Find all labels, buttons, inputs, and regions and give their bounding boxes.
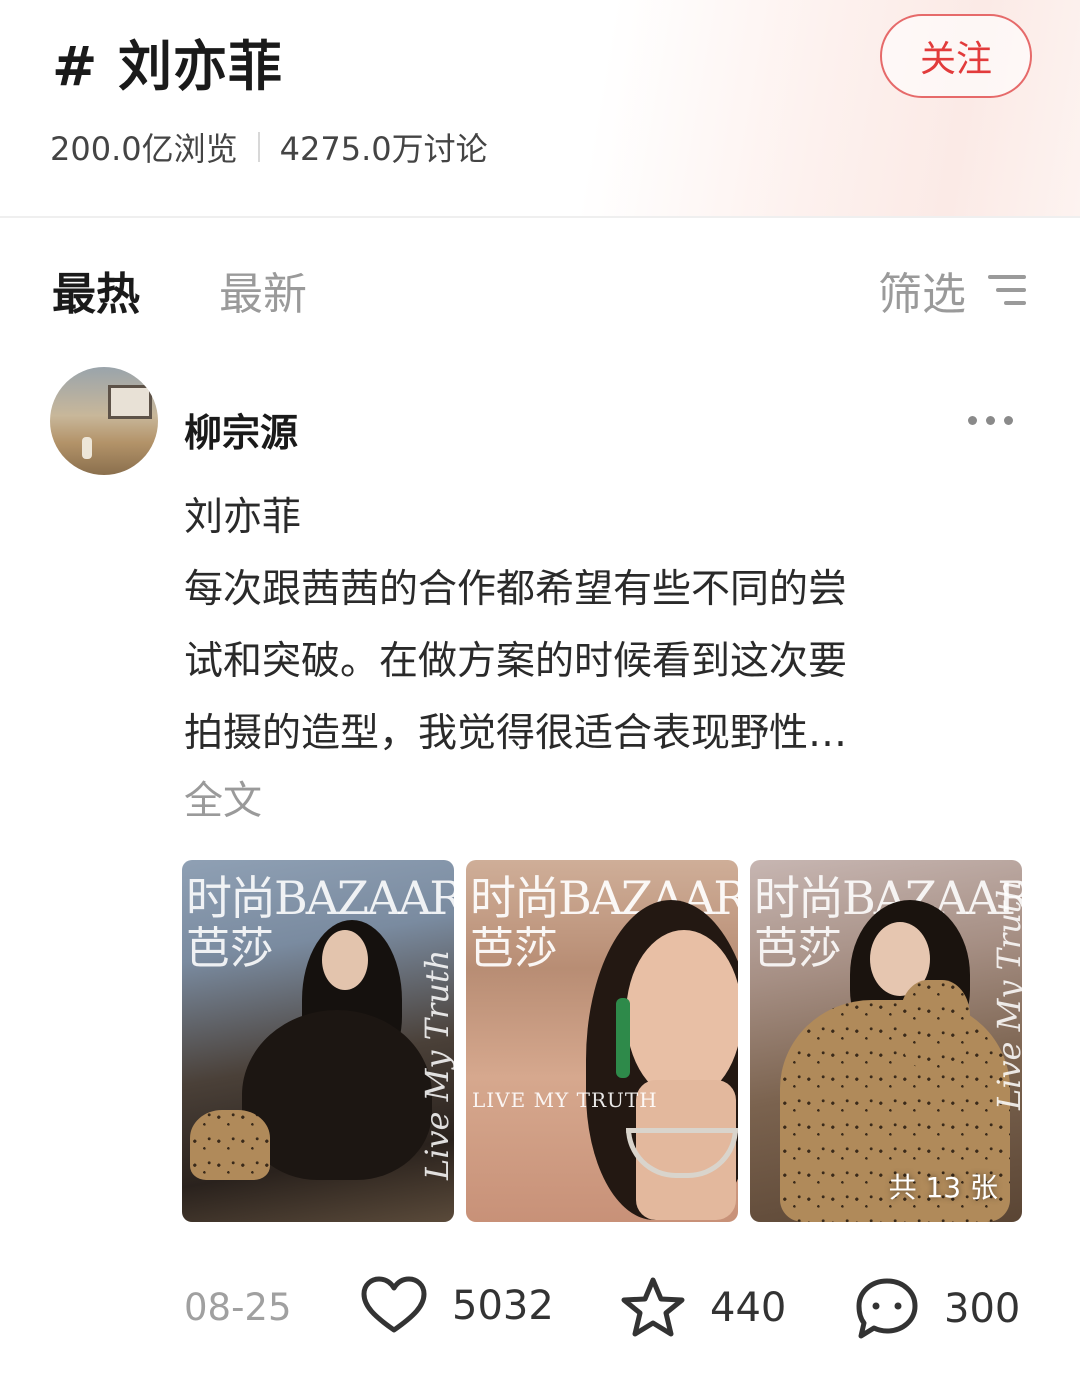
topic-stats: 200.0亿浏览 4275.0万讨论 xyxy=(50,124,488,170)
stats-divider xyxy=(257,132,260,162)
tab-latest[interactable]: 最新 xyxy=(219,258,307,322)
favorite-button[interactable]: 440 xyxy=(620,1276,786,1340)
cover-cat xyxy=(900,980,970,1070)
heart-icon xyxy=(361,1276,427,1333)
post-image-grid: 时尚BAZAAR 芭莎 Live My Truth 时尚BAZAAR 芭莎 LI… xyxy=(182,860,1022,1222)
comment-bubble-icon xyxy=(856,1278,918,1339)
tab-hot[interactable]: 最热 xyxy=(52,258,140,322)
sort-tabs: 最热 最新 筛选 xyxy=(0,218,1080,358)
cover-figure-coat xyxy=(242,1010,432,1180)
avatar-figure-shape xyxy=(82,437,92,459)
filter-button[interactable]: 筛选 xyxy=(878,258,1026,322)
post-text-line: 试和突破。在做方案的时候看到这次要 xyxy=(184,639,848,684)
comment-button[interactable]: 300 xyxy=(854,1276,1020,1342)
cover-figure-face xyxy=(626,930,738,1100)
favorite-count: 440 xyxy=(710,1285,787,1331)
like-button[interactable]: 5032 xyxy=(360,1276,554,1336)
post-image-3[interactable]: 时尚BAZAAR 芭莎 Live My Truth 共 13 张 xyxy=(750,860,1022,1222)
post-text-line: 拍摄的造型，我觉得很适合表现野性… xyxy=(184,711,848,756)
discussions-count: 4275.0万讨论 xyxy=(279,130,488,168)
star-icon xyxy=(621,1277,685,1337)
cover-figure-face xyxy=(322,930,368,990)
comment-count: 300 xyxy=(944,1286,1021,1332)
post-image-2[interactable]: 时尚BAZAAR 芭莎 LIVE MY TRUTH xyxy=(466,860,738,1222)
post-text-line: 刘亦菲 xyxy=(184,495,302,540)
topic-header: # 刘亦菲 关注 200.0亿浏览 4275.0万讨论 xyxy=(0,0,1080,218)
like-count: 5032 xyxy=(452,1283,554,1329)
magazine-subtitle: 芭莎 xyxy=(186,923,274,974)
post-text: 刘亦菲 每次跟茜茜的合作都希望有些不同的尝 试和突破。在做方案的时候看到这次要 … xyxy=(184,482,1014,770)
avatar-house-shape xyxy=(108,385,152,419)
magazine-subtitle: 芭莎 xyxy=(470,923,558,974)
cover-line: Live My Truth xyxy=(990,879,1022,1110)
views-count: 200.0亿浏览 xyxy=(50,130,238,168)
post-text-line: 每次跟茜茜的合作都希望有些不同的尝 xyxy=(184,567,848,612)
follow-button[interactable]: 关注 xyxy=(880,14,1032,98)
post-username[interactable]: 柳宗源 xyxy=(184,402,298,457)
post-actions: 08-25 5032 440 300 xyxy=(0,1262,1080,1352)
topic-title: # 刘亦菲 xyxy=(52,35,284,98)
magazine-subtitle: 芭莎 xyxy=(754,923,842,974)
cover-line: LIVE MY TRUTH xyxy=(472,1088,658,1112)
filter-label: 筛选 xyxy=(878,269,966,320)
image-count-badge: 共 13 张 xyxy=(888,1171,998,1204)
full-text-link[interactable]: 全文 xyxy=(184,770,262,826)
more-dots-icon[interactable] xyxy=(966,412,1016,428)
cover-earring xyxy=(616,998,630,1078)
post-date: 08-25 xyxy=(184,1286,292,1329)
cover-line: Live My Truth xyxy=(418,949,454,1180)
cover-cat xyxy=(190,1110,270,1180)
avatar[interactable] xyxy=(50,367,158,475)
post-image-1[interactable]: 时尚BAZAAR 芭莎 Live My Truth xyxy=(182,860,454,1222)
filter-lines-icon xyxy=(988,273,1026,307)
